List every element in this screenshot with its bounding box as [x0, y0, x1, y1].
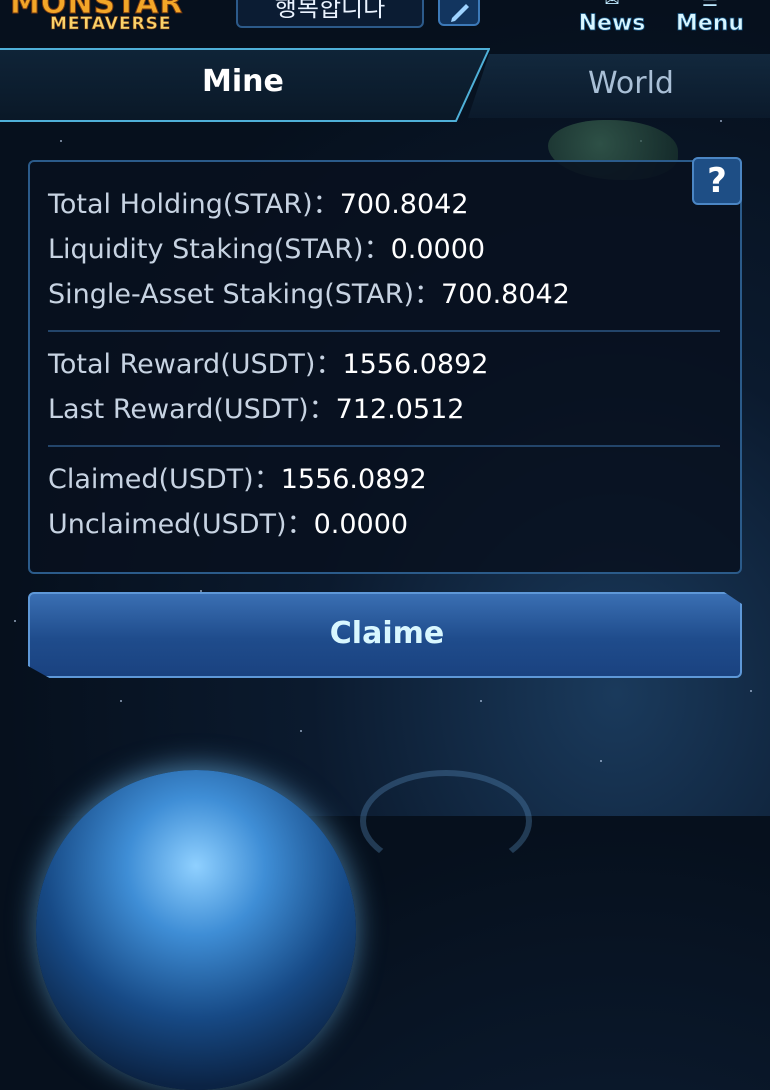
unclaimed-label: Unclaimed(USDT)：: [48, 509, 314, 540]
unclaimed-value: 0.0000: [313, 509, 409, 540]
menu-button[interactable]: ☰ Menu: [674, 0, 746, 38]
planet-decoration: [36, 770, 356, 1090]
claim-button[interactable]: Claime: [28, 592, 742, 678]
help-button[interactable]: ?: [692, 157, 742, 205]
tab-world-label: World: [588, 66, 674, 101]
last-reward-label: Last Reward(USDT)：: [48, 394, 336, 425]
total-holding-row: Total Holding(STAR)：700.8042: [48, 188, 469, 222]
logo-subtitle: METAVERSE: [50, 14, 172, 35]
claimed-value: 1556.0892: [280, 464, 427, 495]
edit-name-button[interactable]: [438, 0, 480, 26]
news-label: News: [578, 11, 646, 36]
total-reward-row: Total Reward(USDT)：1556.0892: [48, 348, 488, 382]
divider: [48, 330, 720, 332]
claim-button-label: Claime: [329, 616, 445, 651]
planet-ring-decoration: [360, 770, 532, 872]
single-asset-staking-value: 700.8042: [441, 279, 570, 310]
tab-mine-outline: [0, 48, 490, 122]
claimed-row: Claimed(USDT)：1556.0892: [48, 463, 427, 497]
top-bar: MONSTAR METAVERSE 행복합니다 ✉ News ☰ Menu: [0, 0, 770, 48]
total-reward-label: Total Reward(USDT)：: [48, 349, 343, 380]
single-asset-staking-label: Single-Asset Staking(STAR)：: [48, 279, 442, 310]
liquidity-staking-value: 0.0000: [390, 234, 486, 265]
divider: [48, 445, 720, 447]
total-reward-value: 1556.0892: [342, 349, 489, 380]
username-field[interactable]: 행복합니다: [236, 0, 424, 28]
total-holding-label: Total Holding(STAR)：: [48, 189, 340, 220]
liquidity-staking-label: Liquidity Staking(STAR)：: [48, 234, 391, 265]
last-reward-value: 712.0512: [335, 394, 465, 425]
pencil-icon: [451, 4, 469, 22]
total-holding-value: 700.8042: [339, 189, 469, 220]
tab-bar: Mine World: [0, 48, 770, 124]
single-asset-staking-row: Single-Asset Staking(STAR)：700.8042: [48, 278, 570, 312]
news-button[interactable]: ✉ News: [576, 0, 648, 38]
tab-world[interactable]: World: [468, 54, 770, 118]
game-logo: MONSTAR METAVERSE: [10, 0, 210, 40]
liquidity-staking-row: Liquidity Staking(STAR)：0.0000: [48, 233, 485, 267]
last-reward-row: Last Reward(USDT)：712.0512: [48, 393, 464, 427]
menu-label: Menu: [675, 11, 745, 36]
unclaimed-row: Unclaimed(USDT)：0.0000: [48, 508, 408, 542]
claimed-label: Claimed(USDT)：: [48, 464, 281, 495]
